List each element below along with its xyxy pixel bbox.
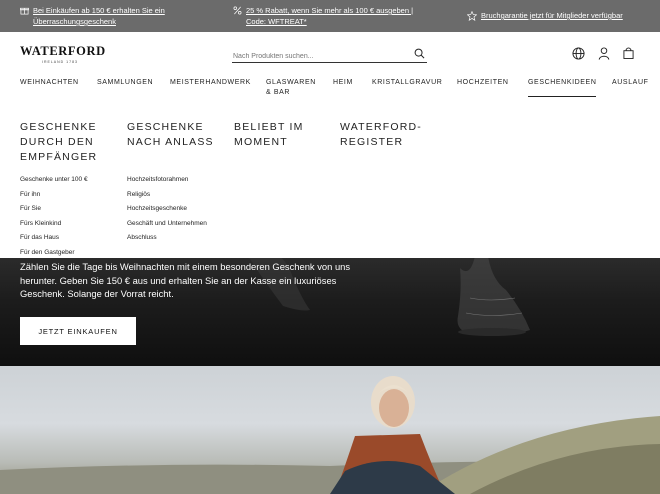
mega-col-occasion: GESCHENKE NACH ANLASS Hochzeitsfotorahme… bbox=[127, 120, 227, 248]
mega-link[interactable]: Geschenke unter 100 € bbox=[20, 175, 120, 190]
mega-col-recipient: GESCHENKE DURCH DEN EMPFÄNGER Geschenke … bbox=[20, 120, 120, 262]
nav-item-sammlungen[interactable]: SAMMLUNGEN bbox=[97, 78, 153, 88]
mega-col-title[interactable]: GESCHENKE DURCH DEN EMPFÄNGER bbox=[20, 120, 120, 165]
mega-link[interactable]: Hochzeitsgeschenke bbox=[127, 204, 227, 219]
promo-guarantee-text[interactable]: Bruchgarantie jetzt für Mitglieder verfü… bbox=[481, 10, 623, 21]
promo-item-guarantee[interactable]: Bruchgarantie jetzt für Mitglieder verfü… bbox=[467, 10, 657, 21]
mega-col-popular: BELIEBT IM MOMENT bbox=[234, 120, 324, 160]
promo-item-discount[interactable]: 25 % Rabatt, wenn Sie mehr als 100 € aus… bbox=[233, 5, 433, 27]
search-bar bbox=[232, 45, 427, 65]
mega-col-title[interactable]: WATERFORD-REGISTER bbox=[340, 120, 440, 150]
percent-icon bbox=[233, 6, 242, 15]
mega-link[interactable]: Für ihn bbox=[20, 190, 120, 205]
main-nav: WEIHNACHTEN SAMMLUNGEN MEISTERHANDWERK G… bbox=[0, 76, 660, 106]
woman-hillside-image bbox=[0, 376, 660, 494]
promo-discount-text[interactable]: 25 % Rabatt, wenn Sie mehr als 100 € aus… bbox=[246, 5, 433, 27]
logo-text: WATERFORD bbox=[20, 44, 106, 58]
mega-link[interactable]: Religiös bbox=[127, 190, 227, 205]
nav-item-geschenkideen[interactable]: GESCHENKIDEEN bbox=[528, 78, 597, 97]
mega-link[interactable]: Geschäft und Unternehmen bbox=[127, 219, 227, 234]
shop-now-button[interactable]: JETZT EINKAUFEN bbox=[20, 317, 136, 345]
mega-col-title[interactable]: GESCHENKE NACH ANLASS bbox=[127, 120, 227, 150]
waterford-logo[interactable]: WATERFORD IRELAND 1783 bbox=[20, 44, 106, 64]
promo-item-gift[interactable]: Bei Einkäufen ab 150 € erhalten Sie ein … bbox=[20, 5, 200, 27]
bag-icon[interactable] bbox=[623, 47, 634, 59]
search-input[interactable] bbox=[232, 48, 407, 65]
nav-item-hochzeiten[interactable]: HOCHZEITEN bbox=[457, 78, 509, 88]
mega-link[interactable]: Fürs Kleinkind bbox=[20, 219, 120, 234]
nav-item-meisterhandwerk[interactable]: MEISTERHANDWERK bbox=[170, 78, 251, 88]
lifestyle-photo bbox=[0, 366, 660, 494]
search-icon[interactable] bbox=[414, 48, 425, 59]
mega-col-title[interactable]: BELIEBT IM MOMENT bbox=[234, 120, 324, 150]
nav-item-glaswaren-bar[interactable]: GLASWAREN & BAR bbox=[266, 78, 322, 98]
nav-item-weihnachten[interactable]: WEIHNACHTEN bbox=[20, 78, 79, 88]
user-icon[interactable] bbox=[598, 47, 610, 60]
hero-banner: Zählen Sie die Tage bis Weihnachten mit … bbox=[0, 258, 660, 366]
promo-gift-text[interactable]: Bei Einkäufen ab 150 € erhalten Sie ein … bbox=[33, 5, 200, 27]
globe-icon[interactable] bbox=[572, 47, 585, 60]
mega-link[interactable]: Für Sie bbox=[20, 204, 120, 219]
gift-icon bbox=[20, 7, 29, 15]
mega-link[interactable]: Abschluss bbox=[127, 233, 227, 248]
nav-item-kristallgravur[interactable]: KRISTALLGRAVUR bbox=[372, 78, 442, 88]
logo-subtext: IRELAND 1783 bbox=[42, 60, 78, 64]
site-header: WATERFORD IRELAND 1783 bbox=[0, 32, 660, 76]
mega-link[interactable]: Für das Haus bbox=[20, 233, 120, 248]
hero-text: Zählen Sie die Tage bis Weihnachten mit … bbox=[20, 261, 351, 299]
mega-menu: GESCHENKE DURCH DEN EMPFÄNGER Geschenke … bbox=[0, 106, 660, 258]
promo-bar: Bei Einkäufen ab 150 € erhalten Sie ein … bbox=[0, 0, 660, 32]
nav-item-auslauf[interactable]: AUSLAUF bbox=[612, 78, 649, 88]
star-icon bbox=[467, 11, 477, 21]
nav-item-heim[interactable]: HEIM bbox=[333, 78, 353, 88]
mega-link[interactable]: Hochzeitsfotorahmen bbox=[127, 175, 227, 190]
mega-col-registry: WATERFORD-REGISTER bbox=[340, 120, 440, 160]
